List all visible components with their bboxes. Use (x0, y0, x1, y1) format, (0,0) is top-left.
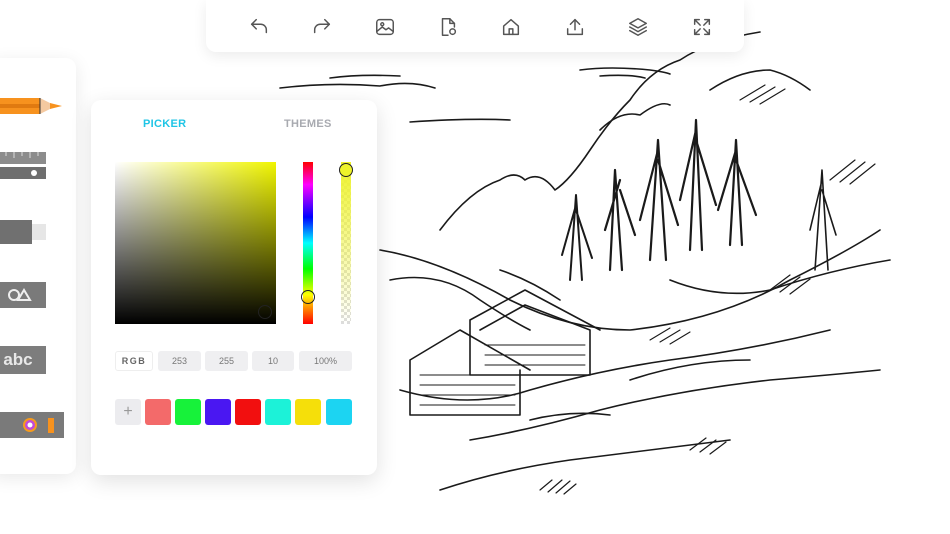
pencil-tool[interactable] (0, 93, 66, 119)
saturation-value-handle[interactable] (258, 305, 272, 319)
home-icon (502, 18, 520, 36)
eraser-tool[interactable] (0, 218, 48, 246)
rgb-mode-label[interactable]: RGB (115, 351, 153, 371)
color-swatch[interactable] (205, 399, 231, 425)
image-icon (376, 18, 394, 36)
red-field[interactable]: 253 (158, 351, 201, 371)
blue-field[interactable]: 10 (252, 351, 294, 371)
redo-button[interactable] (309, 14, 335, 40)
tab-themes[interactable]: THEMES (284, 118, 332, 130)
saturation-value-area[interactable] (115, 162, 276, 324)
color-swatch[interactable] (295, 399, 321, 425)
undo-button[interactable] (246, 14, 272, 40)
color-swatch[interactable] (175, 399, 201, 425)
alpha-slider[interactable] (341, 162, 351, 324)
top-toolbar (206, 0, 744, 52)
fullscreen-icon (693, 18, 711, 36)
undo-icon (250, 18, 268, 34)
redo-icon (313, 18, 331, 34)
upload-button[interactable] (562, 14, 588, 40)
color-tool[interactable] (0, 410, 66, 440)
image-button[interactable] (372, 14, 398, 40)
layers-icon (629, 18, 647, 36)
shape-tool[interactable] (0, 280, 48, 310)
tool-palette: abc (0, 58, 76, 474)
tab-picker[interactable]: PICKER (143, 118, 186, 130)
fullscreen-button[interactable] (689, 14, 715, 40)
color-swatch[interactable] (145, 399, 171, 425)
file-settings-icon (441, 18, 457, 36)
add-swatch-button[interactable]: + (115, 399, 141, 425)
file-settings-button[interactable] (435, 14, 461, 40)
ruler-tool[interactable] (0, 150, 48, 182)
color-swatch[interactable] (235, 399, 261, 425)
color-swatch[interactable] (265, 399, 291, 425)
app-canvas[interactable]: abc PICKER THEMES RGB 253 255 10 100% + (0, 0, 950, 534)
alpha-slider-handle[interactable] (339, 163, 353, 177)
green-field[interactable]: 255 (205, 351, 248, 371)
home-button[interactable] (498, 14, 524, 40)
color-picker-panel: PICKER THEMES RGB 253 255 10 100% + (91, 100, 377, 475)
text-tool[interactable]: abc (0, 346, 46, 374)
layers-button[interactable] (625, 14, 651, 40)
alpha-field[interactable]: 100% (299, 351, 352, 371)
color-swatch[interactable] (326, 399, 352, 425)
upload-icon (566, 18, 584, 36)
hue-slider-handle[interactable] (301, 290, 315, 304)
text-tool-label: abc (3, 350, 33, 369)
